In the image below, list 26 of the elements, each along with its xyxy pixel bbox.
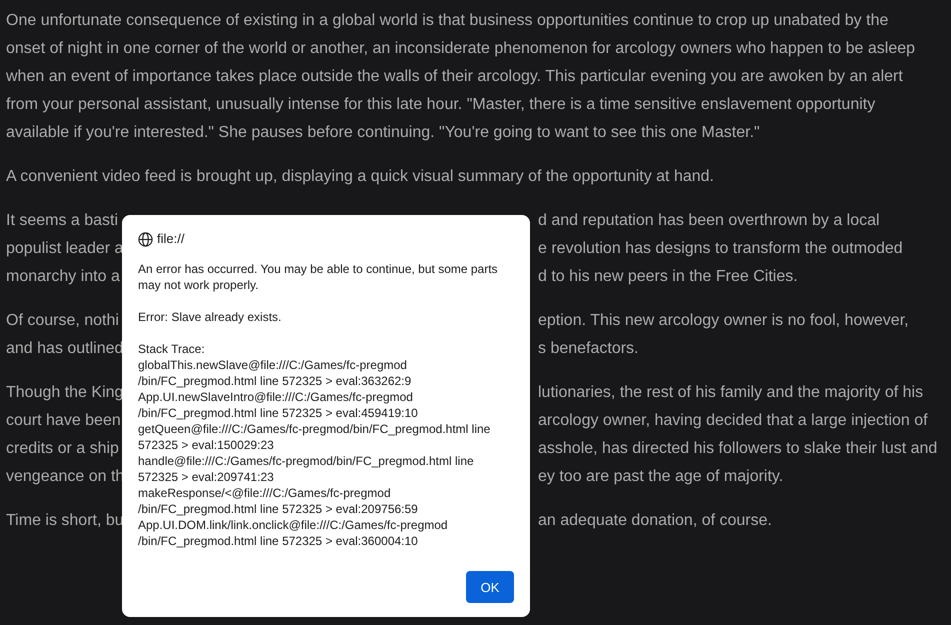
story-paragraph: One unfortunate consequence of existing in a global world is that business opportunities continue to crop up unabated by the onset of night in one corner of the world or another, an inconsiderate phenomenon for arcology owners who happen to be asleep when an event of importance takes place outside the walls of their arcology. This particular evening you are awoken by an alert from your personal assistant, unusually intense for this late hour. "Master, there is a time sensitive enslavement opportunity available if you're interested." She pauses before continuing. "You're going to want to see this one Master." [6,11,916,143]
story-text: credits or a ship [6,439,120,459]
error-message: An error has occurred. You may be able to continue, but some parts may not work properly. [138,261,499,293]
story-text: arcology owner, having decided that a large injection of [538,411,929,431]
story-paragraph: A convenient video feed is brought up, displaying a quick visual summary of the opportunity at hand. [6,167,715,187]
story-text: eption. This new arcology owner is no fool, however, [538,311,910,331]
stack-trace-label: Stack Trace: [138,341,206,357]
story-text: lutionaries, the rest of his family and the majority of his [538,383,924,403]
story-text: Of course, nothi [6,311,120,331]
dialog-origin: file:// [157,231,184,247]
globe-icon [138,232,153,246]
story-text: Though the King [6,383,122,403]
story-text: s benefactors. [538,339,640,359]
story-text: court have been [6,411,122,431]
error-text: Error: Slave already exists. [138,309,282,325]
story-text: d to his new peers in the Free Cities. [538,267,799,287]
story-text: e revolution has designs to transform the outmoded [538,239,904,259]
story-text: asshole, has directed his followers to slake their lust and [538,439,938,459]
ok-button[interactable]: OK [466,571,514,603]
story-text: monarchy into a [6,267,121,287]
story-text: ey too are past the age of majority. [538,467,784,487]
story-text: It seems a basti [6,211,120,231]
stack-trace: globalThis.newSlave@file:///C:/Games/fc-pregmod /bin/FC_pregmod.html line 572325 > eval:363262:9 App.UI.newSlaveIntro@file:///C:/Games/fc-pregmod /bin/FC_pregmod.html line 572325 > eval:459419:10 getQueen@file:///C:/Games/fc-pregmod/bin/FC_pregmod.html line 572325 > eval:150029:23 handle@file:///C:/Games/fc-pregmod/bin/FC_pregmod.html line 572325 > eval:209741:23 makeResponse/<@file:///C:/Games/fc-pregmod /bin/FC_pregmod.html line 572325 > eval:209756:59 App.UI.DOM.link/link.onclick@file:///C:/Games/fc-pregmod /bin/FC_pregmod.html line 572325 > eval:360004:10 [138,357,492,549]
story-text: an adequate donation, of course. [538,511,773,531]
story-text: and has outlined [6,339,122,359]
story-text: d and reputation has been overthrown by a local [538,211,881,231]
